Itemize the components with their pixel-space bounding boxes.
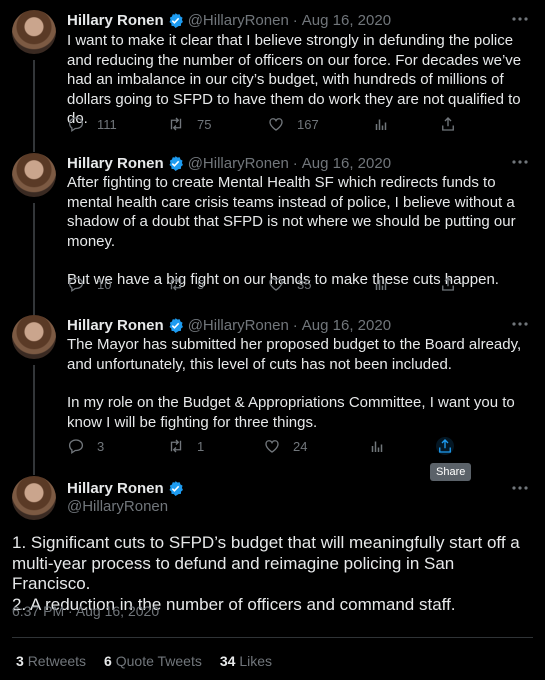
author-handle[interactable]: @HillaryRonen — [188, 317, 289, 334]
reply-icon — [68, 439, 84, 455]
likes-stat[interactable]: 34 Likes — [220, 653, 272, 669]
reply-button[interactable]: 111 — [67, 113, 117, 135]
retweet-button[interactable]: 75 — [167, 113, 211, 135]
retweet-icon — [170, 117, 182, 131]
tweet-header: Hillary Ronen @HillaryRonen · Aug 16, 20… — [67, 10, 391, 30]
bar-chart-icon — [375, 119, 387, 130]
views-button[interactable] — [368, 435, 386, 457]
reply-icon — [68, 117, 84, 133]
like-button[interactable]: 35 — [267, 273, 311, 295]
share-button[interactable] — [436, 435, 454, 457]
separator: · — [292, 11, 298, 29]
tweet-header: Hillary Ronen @HillaryRonen · Aug 16, 20… — [67, 315, 391, 335]
retweets-stat[interactable]: 3 Retweets — [16, 653, 86, 669]
share-tooltip: Share — [430, 463, 472, 481]
like-button[interactable]: 24 — [263, 435, 307, 457]
retweet-count: 1 — [197, 438, 205, 454]
retweet-icon — [170, 277, 182, 291]
like-count: 167 — [297, 116, 319, 132]
verified-badge-icon — [169, 481, 183, 496]
main-avatar[interactable] — [12, 476, 56, 520]
tweet-header: Hillary Ronen @HillaryRonen · Aug 16, 20… — [67, 153, 391, 173]
reply-count: 10 — [97, 276, 112, 292]
retweet-button[interactable]: 5 — [167, 273, 204, 295]
share-icon — [442, 277, 454, 291]
reply-count: 111 — [97, 116, 117, 132]
views-button[interactable] — [372, 113, 390, 135]
tweet-actions: 3 1 24 — [67, 435, 467, 457]
share-icon — [436, 437, 454, 455]
author-handle[interactable]: @HillaryRonen — [188, 12, 289, 29]
share-button[interactable] — [439, 113, 457, 135]
like-button[interactable]: 167 — [267, 113, 319, 135]
verified-badge-icon — [169, 155, 183, 171]
separator: · — [292, 154, 298, 172]
heart-icon — [265, 440, 279, 453]
thread-line — [33, 203, 35, 315]
divider — [12, 637, 533, 638]
tweet-3[interactable]: Hillary Ronen @HillaryRonen · Aug 16, 20… — [0, 315, 545, 475]
author-name[interactable]: Hillary Ronen — [67, 317, 164, 334]
tweet-text: The Mayor has submitted her proposed bud… — [67, 335, 531, 432]
verified-badge-icon — [169, 317, 183, 333]
thread-line — [33, 365, 35, 475]
tweet-1[interactable]: Hillary Ronen @HillaryRonen · Aug 16, 20… — [0, 10, 545, 152]
reply-button[interactable]: 3 — [67, 435, 104, 457]
tweet-date[interactable]: Aug 16, 2020 — [302, 12, 391, 29]
tweet-date[interactable]: Aug 16, 2020 — [302, 317, 391, 334]
avatar[interactable] — [12, 315, 56, 359]
retweet-button[interactable]: 1 — [167, 435, 204, 457]
author-name[interactable]: Hillary Ronen — [67, 12, 164, 29]
retweet-count: 5 — [197, 276, 205, 292]
reply-icon — [68, 277, 84, 293]
heart-icon — [269, 118, 283, 131]
author-handle[interactable]: @HillaryRonen — [188, 155, 289, 172]
tweet-actions: 111 75 167 — [67, 113, 467, 135]
bar-chart-icon — [375, 279, 387, 290]
tweet-paragraph: The Mayor has submitted her proposed bud… — [67, 336, 522, 373]
avatar[interactable] — [12, 10, 56, 54]
main-author-name-row: Hillary Ronen — [67, 480, 188, 497]
separator: · — [292, 316, 298, 334]
retweet-count: 75 — [197, 116, 212, 132]
tweet-actions: 10 5 35 — [67, 273, 467, 295]
tweet-2[interactable]: Hillary Ronen @HillaryRonen · Aug 16, 20… — [0, 153, 545, 315]
main-tweet-line: 1. Significant cuts to SFPD’s budget tha… — [12, 533, 520, 593]
reply-count: 3 — [97, 438, 105, 454]
reply-button[interactable]: 10 — [67, 273, 111, 295]
tweet-date[interactable]: Aug 16, 2020 — [302, 155, 391, 172]
share-icon — [442, 117, 454, 131]
like-count: 24 — [293, 438, 308, 454]
tweet-paragraph: After fighting to create Mental Health S… — [67, 174, 516, 250]
main-author-name[interactable]: Hillary Ronen — [67, 480, 164, 497]
author-name[interactable]: Hillary Ronen — [67, 155, 164, 172]
tweet-paragraph: In my role on the Budget & Appropriation… — [67, 394, 515, 431]
engagement-stats: 3 Retweets 6 Quote Tweets 34 Likes — [16, 653, 272, 669]
share-button[interactable] — [439, 273, 457, 295]
more-options-icon[interactable] — [511, 12, 529, 26]
views-button[interactable] — [372, 273, 390, 295]
like-count: 35 — [297, 276, 312, 292]
retweet-icon — [170, 439, 182, 453]
more-options-icon[interactable] — [511, 155, 529, 169]
main-author-handle[interactable]: @HillaryRonen — [67, 498, 168, 515]
more-options-icon[interactable] — [511, 481, 529, 495]
bar-chart-icon — [371, 441, 383, 452]
verified-badge-icon — [169, 12, 183, 28]
quote-tweets-stat[interactable]: 6 Quote Tweets — [104, 653, 202, 669]
avatar[interactable] — [12, 153, 56, 197]
thread-line — [33, 60, 35, 152]
main-timestamp[interactable]: 6:37 PM · Aug 16, 2020 — [12, 603, 159, 619]
heart-icon — [269, 278, 283, 291]
more-options-icon[interactable] — [511, 317, 529, 331]
